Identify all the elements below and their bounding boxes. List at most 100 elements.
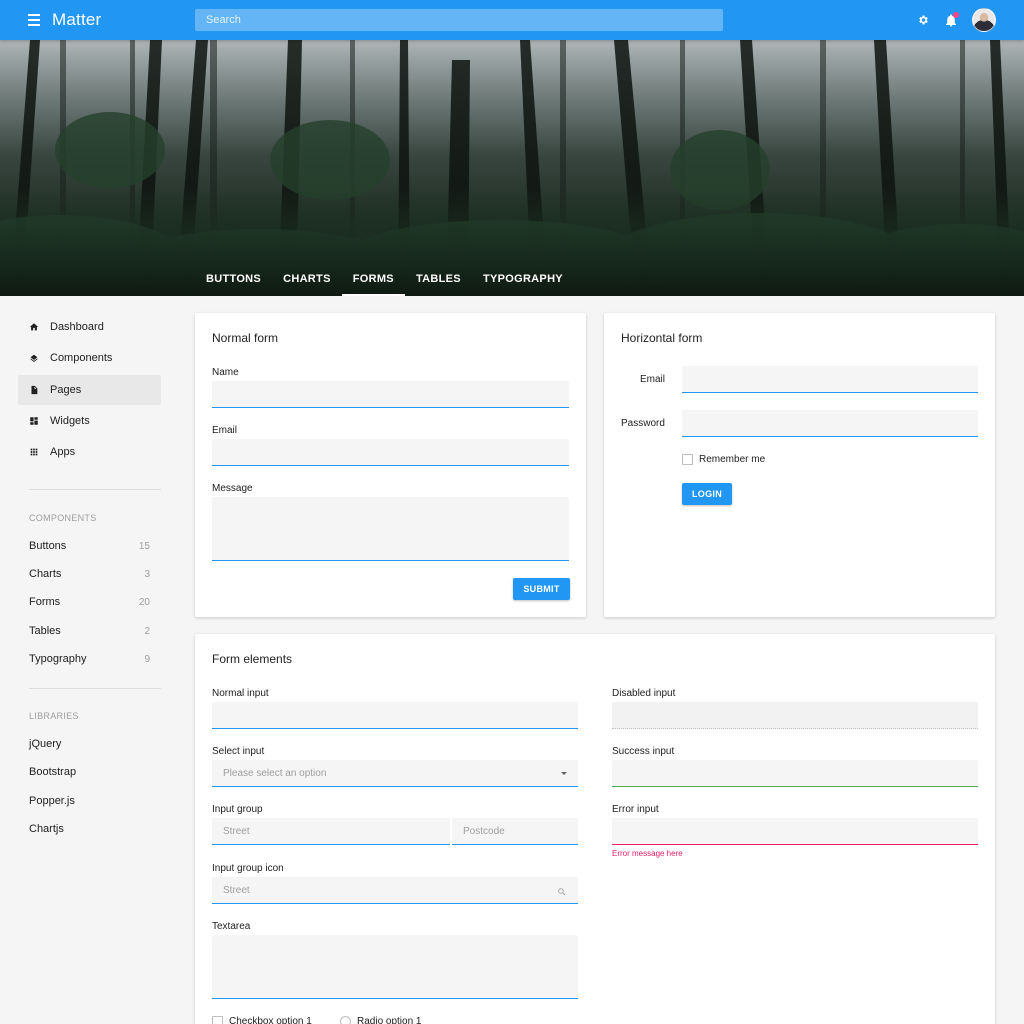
- error-message: Error message here: [612, 849, 683, 858]
- disabled-input: [612, 702, 978, 729]
- hero-banner: Buttons Charts Forms Tables Typography: [0, 40, 1024, 296]
- page-tabs: Buttons Charts Forms Tables Typography: [195, 262, 574, 296]
- forest-image: [0, 40, 1024, 296]
- remember-me-checkbox[interactable]: [682, 454, 693, 465]
- menu-icon[interactable]: [28, 13, 46, 27]
- list-item-label: Bootstrap: [29, 766, 77, 778]
- email-input[interactable]: [682, 366, 978, 393]
- sidebar-item-typography[interactable]: Typography 9: [29, 649, 150, 669]
- list-item-label: Forms: [29, 596, 61, 608]
- components-section-label: Components: [29, 513, 97, 523]
- layers-icon: [29, 353, 39, 363]
- password-label: Password: [621, 418, 665, 429]
- checkbox-option-label: Checkbox option 1: [229, 1016, 312, 1024]
- list-item-label: Chartjs: [29, 823, 64, 835]
- libraries-section-label: Libraries: [29, 711, 79, 721]
- file-icon: [29, 385, 39, 395]
- password-input[interactable]: [682, 410, 978, 437]
- select-input[interactable]: Please select an option: [212, 760, 578, 787]
- sidebar-item-forms[interactable]: Forms 20: [29, 592, 150, 612]
- card-title: Form elements: [212, 652, 293, 666]
- sidebar-item-bootstrap[interactable]: Bootstrap: [29, 762, 150, 782]
- widgets-icon: [29, 416, 39, 426]
- list-item-count: 20: [138, 596, 150, 608]
- search-input[interactable]: [195, 9, 723, 31]
- error-input[interactable]: [612, 818, 978, 845]
- sidebar-item-label: Pages: [50, 384, 82, 396]
- home-icon: [29, 322, 39, 332]
- notification-badge: [953, 12, 959, 18]
- street-input[interactable]: [212, 818, 450, 845]
- list-item-count: 2: [144, 625, 150, 637]
- sidebar-item-label: Apps: [50, 446, 76, 458]
- sidebar-item-popperjs[interactable]: Popper.js: [29, 791, 150, 811]
- sidebar-item-pages[interactable]: Pages: [18, 375, 161, 405]
- message-label: Message: [212, 483, 253, 494]
- email-input[interactable]: [212, 439, 569, 466]
- radio-option-label: Radio option 1: [357, 1016, 422, 1024]
- sidebar-item-dashboard[interactable]: Dashboard: [18, 312, 161, 342]
- sidebar-item-buttons[interactable]: Buttons 15: [29, 536, 150, 556]
- notifications-icon[interactable]: [944, 12, 959, 27]
- sidebar-item-label: Widgets: [50, 415, 90, 427]
- textarea-label: Textarea: [212, 921, 251, 932]
- list-item-label: Typography: [29, 653, 87, 665]
- name-label: Name: [212, 367, 239, 378]
- caret-down-icon: [561, 771, 567, 775]
- settings-icon[interactable]: [916, 13, 930, 27]
- sidebar-item-charts[interactable]: Charts 3: [29, 564, 150, 584]
- list-item-label: jQuery: [29, 738, 62, 750]
- avatar[interactable]: [972, 8, 996, 32]
- apps-grid-icon: [29, 447, 39, 457]
- list-item-label: Buttons: [29, 540, 67, 552]
- sidebar-item-components[interactable]: Components: [18, 343, 161, 373]
- list-item-label: Tables: [29, 625, 61, 637]
- disabled-input-label: Disabled input: [612, 688, 676, 699]
- normal-input[interactable]: [212, 702, 578, 729]
- sidebar-item-chartjs[interactable]: Chartjs: [29, 819, 150, 839]
- textarea-input[interactable]: [212, 935, 578, 999]
- checkbox-option-1[interactable]: [212, 1016, 223, 1024]
- app-bar: Matter: [0, 0, 1024, 40]
- sidebar-divider: [29, 688, 161, 689]
- horizontal-form-card: Horizontal form Email Password Remember …: [604, 313, 995, 617]
- input-group-icon-label: Input group icon: [212, 863, 284, 874]
- success-input-label: Success input: [612, 746, 675, 757]
- radio-option-1[interactable]: [340, 1016, 351, 1024]
- postcode-input[interactable]: [452, 818, 578, 845]
- form-elements-card: Form elements Normal input Select input …: [195, 634, 995, 1024]
- sidebar-item-label: Components: [50, 352, 113, 364]
- remember-me-label: Remember me: [699, 454, 766, 465]
- tab-charts[interactable]: Charts: [272, 262, 342, 296]
- message-textarea[interactable]: [212, 497, 569, 561]
- normal-form-card: Normal form Name Email Message Submit: [195, 313, 586, 617]
- search-icon[interactable]: [557, 885, 567, 896]
- list-item-label: Charts: [29, 568, 62, 580]
- sidebar-item-tables[interactable]: Tables 2: [29, 621, 150, 641]
- sidebar-item-apps[interactable]: Apps: [18, 437, 161, 467]
- email-label: Email: [212, 425, 238, 436]
- sidebar-item-label: Dashboard: [50, 321, 104, 333]
- login-button[interactable]: Login: [682, 483, 732, 505]
- list-item-count: 3: [144, 568, 150, 580]
- card-title: Normal form: [212, 331, 279, 345]
- success-input[interactable]: [612, 760, 978, 787]
- app-title: Matter: [52, 10, 102, 29]
- sidebar-divider: [29, 489, 161, 490]
- tab-forms[interactable]: Forms: [341, 262, 406, 296]
- list-item-count: 15: [138, 540, 150, 552]
- tab-tables[interactable]: Tables: [405, 262, 472, 296]
- error-input-label: Error input: [612, 804, 659, 815]
- name-input[interactable]: [212, 381, 569, 408]
- sidebar-item-jquery[interactable]: jQuery: [29, 734, 150, 754]
- sidebar-item-widgets[interactable]: Widgets: [18, 406, 161, 436]
- list-item-label: Popper.js: [29, 795, 75, 807]
- card-title: Horizontal form: [621, 331, 703, 345]
- street-icon-input[interactable]: [212, 877, 578, 904]
- appbar-actions: [916, 8, 996, 32]
- tab-typography[interactable]: Typography: [472, 262, 574, 296]
- list-item-count: 9: [144, 653, 150, 665]
- tab-buttons[interactable]: Buttons: [195, 262, 272, 296]
- email-label: Email: [640, 374, 666, 385]
- submit-button[interactable]: Submit: [513, 578, 570, 600]
